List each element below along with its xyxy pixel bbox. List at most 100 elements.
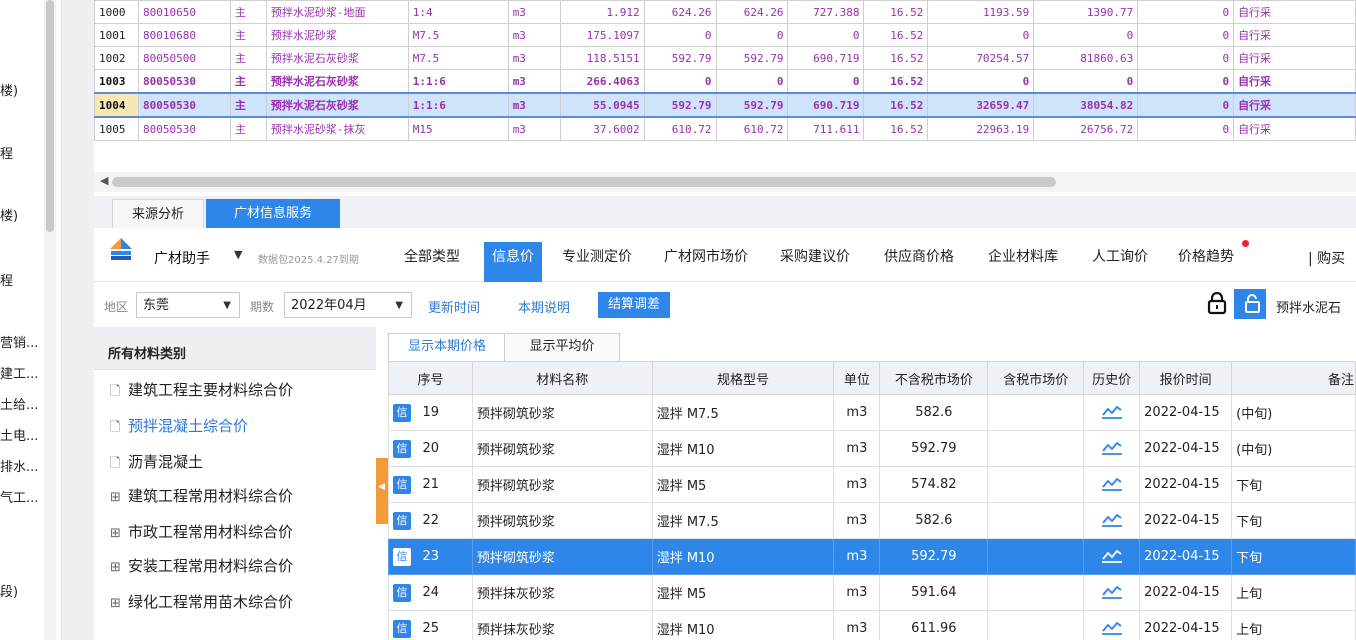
material-search-text[interactable]: 预拌水泥石 [1276,297,1341,316]
left-scroll-thumb[interactable] [46,0,54,232]
price-cell-price[interactable]: 582.6 [879,394,989,431]
price-cell-name[interactable]: 预拌砌筑砂浆 [471,502,653,539]
price-cell-note[interactable]: 上旬 [1231,574,1356,611]
column-header[interactable]: 不含税市场价 [879,361,989,395]
column-header[interactable]: 单位 [833,361,881,395]
grid-cell-code[interactable]: 80050500 [137,46,231,70]
seq-cell[interactable]: 信 20 [388,430,473,467]
history-cell[interactable] [1083,610,1141,640]
grid-cell-v7[interactable]: 0 [1137,23,1235,47]
price-cell-tax_price[interactable] [987,502,1085,539]
price-cell-spec[interactable]: 湿拌 M10 [651,430,835,467]
grid-cell-v4[interactable]: 16.52 [863,92,929,118]
trend-chart-icon[interactable] [1101,439,1123,455]
category-item[interactable]: 🗋 预拌混凝土综合价 [110,415,248,440]
grid-cell-v1[interactable]: 0 [643,69,717,94]
price-cell-spec[interactable]: 湿拌 M5 [651,574,835,611]
grid-cell-type[interactable]: 主 [229,69,267,94]
update-time-button[interactable]: 更新时间 [428,297,480,316]
grid-cell-note[interactable]: 自行采 [1233,0,1356,24]
grid-cell-spec[interactable]: M7.5 [407,46,509,70]
grid-cell-v7[interactable]: 0 [1137,0,1235,24]
grid-cell-v3[interactable]: 0 [787,69,865,94]
grid-cell-unit[interactable]: m3 [507,0,561,24]
trend-chart-icon[interactable] [1101,619,1123,635]
seq-cell[interactable]: 信 25 [388,610,473,640]
expand-icon[interactable]: ⊞ [110,560,128,575]
column-header[interactable]: 材料名称 [471,361,653,395]
category-item[interactable]: ⊞ 建筑工程常用材料综合价 [110,485,293,506]
grid-cell-v4[interactable]: 16.52 [863,46,929,70]
price-cell-unit[interactable]: m3 [833,466,881,503]
price-cell-spec[interactable]: 湿拌 M5 [651,466,835,503]
grid-cell-v4[interactable]: 16.52 [863,69,929,94]
nav-market-price[interactable]: 广材网市场价 [664,242,748,278]
grid-cell-v7[interactable]: 0 [1137,69,1235,94]
nav-info-price[interactable]: 信息价 [484,242,542,282]
grid-cell-v7[interactable]: 0 [1137,92,1235,118]
price-cell-name[interactable]: 预拌砌筑砂浆 [471,430,653,467]
price-cell-name[interactable]: 预拌砌筑砂浆 [471,538,653,575]
grid-row[interactable]: 1001 80010680 主预拌水泥砂浆 M7.5 m3 175.1097 0 0 0 16.5… [94,23,1356,47]
price-cell-spec[interactable]: 湿拌 M10 [651,610,835,640]
grid-cell-qty[interactable]: 1.912 [559,0,645,24]
price-row[interactable]: 信 20 预拌砌筑砂浆 湿拌 M10 m3 592.79 2022-04-15 (中旬) [388,430,1356,467]
grid-cell-code[interactable]: 80050530 [137,69,231,94]
left-tree-label[interactable]: 楼) [0,205,18,224]
grid-cell-name[interactable]: 预拌水泥石灰砂浆 [265,69,409,94]
grid-cell-seq[interactable]: 1000 [94,0,139,24]
price-cell-price[interactable]: 611.96 [879,610,989,640]
grid-horizontal-scrollbar[interactable]: ◀ [94,172,1356,192]
grid-cell-v3[interactable]: 690.719 [787,46,865,70]
left-scrollbar[interactable] [44,0,56,640]
grid-cell-v2[interactable]: 592.79 [715,46,789,70]
grid-cell-note[interactable]: 自行采 [1233,116,1356,141]
price-cell-name[interactable]: 预拌砌筑砂浆 [471,466,653,503]
category-item[interactable]: ⊞ 市政工程常用材料综合价 [110,521,293,542]
price-cell-note[interactable]: 上旬 [1231,610,1356,640]
grid-scroll-thumb[interactable] [112,177,1056,187]
buy-link[interactable]: | 购买 [1308,248,1345,268]
grid-cell-qty[interactable]: 55.0945 [559,92,645,118]
category-item[interactable]: 🗋 沥青混凝土 [110,451,203,476]
category-item[interactable]: 🗋 建筑工程主要材料综合价 [110,379,293,404]
grid-cell-v4[interactable]: 16.52 [863,23,929,47]
price-row[interactable]: 信 25 预拌抹灰砂浆 湿拌 M10 m3 611.96 2022-04-15 上旬 [388,610,1356,640]
history-cell[interactable] [1083,538,1141,575]
grid-cell-type[interactable]: 主 [229,0,267,24]
trend-chart-icon[interactable] [1101,511,1123,527]
price-cell-price[interactable]: 574.82 [879,466,989,503]
grid-cell-qty[interactable]: 175.1097 [559,23,645,47]
grid-cell-v6[interactable]: 26756.72 [1033,116,1139,141]
left-tree-label[interactable]: 程 [0,270,13,289]
grid-cell-seq[interactable]: 1002 [94,46,139,70]
left-tree-label[interactable]: 程 [0,143,13,162]
price-cell-unit[interactable]: m3 [833,430,881,467]
document-icon[interactable]: 🗋 [110,382,128,404]
column-header[interactable]: 序号 [388,361,473,395]
category-item[interactable]: ⊞ 安装工程常用材料综合价 [110,555,293,576]
panel-collapse-handle[interactable]: ◀ [376,458,388,524]
seq-cell[interactable]: 信 21 [388,466,473,503]
expand-icon[interactable]: ⊞ [110,490,128,505]
price-cell-date[interactable]: 2022-04-15 [1139,394,1233,431]
grid-cell-v1[interactable]: 0 [643,23,717,47]
seq-cell[interactable]: 信 24 [388,574,473,611]
grid-cell-v2[interactable]: 592.79 [715,92,789,118]
price-cell-date[interactable]: 2022-04-15 [1139,538,1233,575]
grid-cell-v1[interactable]: 592.79 [643,46,717,70]
left-tree-label[interactable]: 营销... [0,332,38,351]
grid-cell-v1[interactable]: 592.79 [643,92,717,118]
grid-cell-note[interactable]: 自行采 [1233,23,1356,47]
grid-cell-v3[interactable]: 690.719 [787,92,865,118]
trend-chart-icon[interactable] [1101,547,1123,563]
period-note-button[interactable]: 本期说明 [518,297,570,316]
period-select[interactable]: 2022年04月 ▼ [284,292,412,318]
app-name[interactable]: 广材助手 [154,248,210,268]
price-cell-tax_price[interactable] [987,466,1085,503]
price-cell-date[interactable]: 2022-04-15 [1139,610,1233,640]
price-cell-tax_price[interactable] [987,538,1085,575]
trend-chart-icon[interactable] [1101,475,1123,491]
grid-cell-v6[interactable]: 0 [1033,23,1139,47]
settle-adjust-button[interactable]: 结算调差 [598,292,671,318]
